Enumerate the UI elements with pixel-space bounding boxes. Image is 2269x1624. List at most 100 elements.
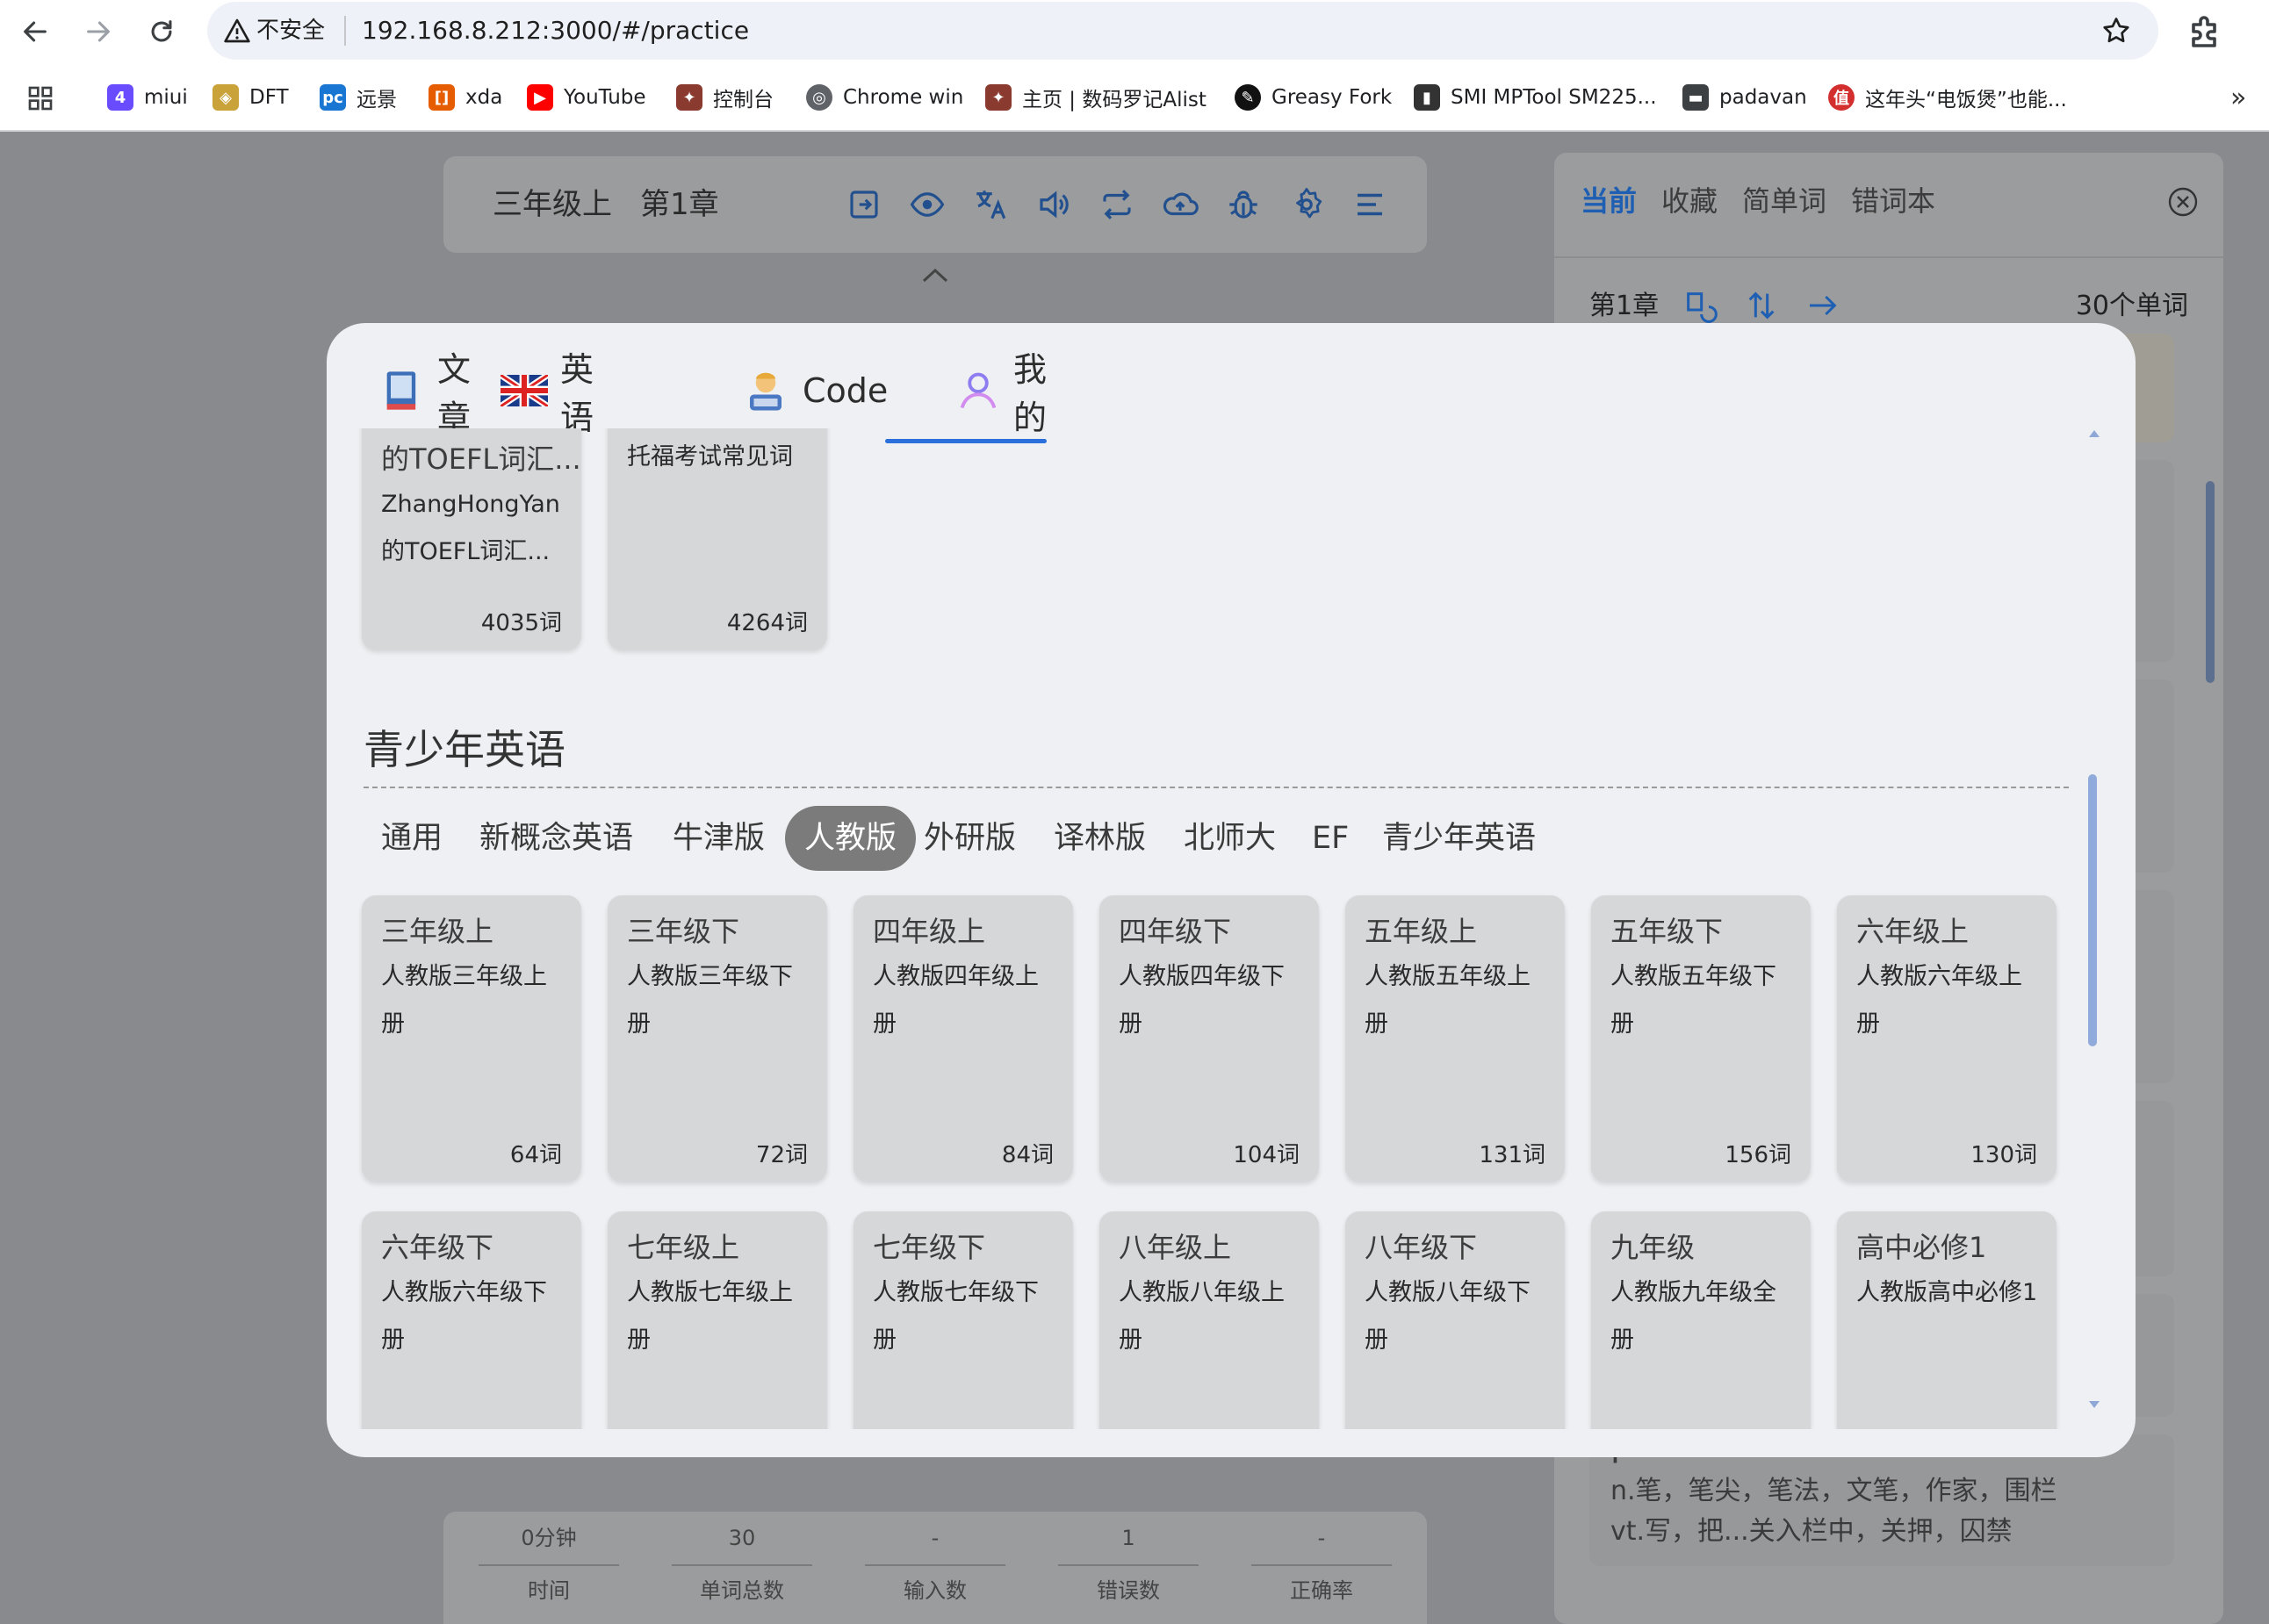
current-book-title[interactable]: 三年级上 (493, 156, 612, 253)
book-title: 四年级下 (1119, 915, 1232, 948)
bookmarks-overflow-button[interactable]: » (2230, 83, 2246, 113)
category-yilin[interactable]: 译林版 (1054, 806, 1146, 871)
category-bnu[interactable]: 北师大 (1184, 806, 1276, 871)
bookmark-padavan[interactable]: ▬ padavan (1682, 74, 1807, 121)
book-word-count: 130词 (1970, 1142, 2037, 1168)
book-card[interactable]: 四年级下 人教版四年级下册 104词 (1099, 895, 1319, 1182)
skip-icon[interactable] (846, 186, 882, 223)
book-card[interactable]: 托福考试常见词 4264词 (608, 428, 827, 650)
book-title: 七年级上 (627, 1231, 740, 1264)
book-card[interactable]: 九年级 人教版九年级全册 (1591, 1211, 1811, 1429)
yuanjing-icon: pc (320, 84, 346, 111)
book-icon (379, 366, 425, 415)
bookmark-xda[interactable]: [] xda (429, 74, 502, 121)
forward-arrow-icon (87, 21, 110, 42)
arrow-right-icon[interactable] (1805, 288, 1840, 323)
bookmark-label: SMI MPTool SM225... (1451, 86, 1657, 109)
category-general[interactable]: 通用 (381, 806, 443, 871)
tab-favorites[interactable]: 收藏 (1661, 170, 1718, 232)
address-bar[interactable]: 不安全 192.168.8.212:3000/#/practice (207, 2, 2158, 60)
category-youth-english[interactable]: 青少年英语 (1382, 806, 1536, 871)
speaker-icon[interactable] (1035, 186, 1072, 223)
security-label[interactable]: 不安全 (256, 2, 325, 60)
scroll-thumb[interactable] (2088, 774, 2097, 1046)
bookmark-rice-cooker[interactable]: 值这年头“电饭煲”也能... (1828, 74, 2067, 121)
book-card[interactable]: 高中必修1 人教版高中必修1 (1837, 1211, 2057, 1429)
tab-english[interactable]: 英语 (501, 350, 595, 437)
modal-content: 的TOEFL词汇... ZhangHongYan的TOEFL词汇... 4035… (327, 428, 2136, 1429)
tab-simple-words[interactable]: 简单词 (1742, 170, 1826, 232)
category-fltrp[interactable]: 外研版 (924, 806, 1016, 871)
tab-wrong-words[interactable]: 错词本 (1851, 170, 1935, 232)
alist-icon: ✦ (985, 84, 1012, 111)
bookmark-star-icon[interactable] (2100, 15, 2132, 47)
modal-scrollbar[interactable] (2086, 428, 2104, 1412)
book-card[interactable]: 三年级上 人教版三年级上册 64词 (362, 895, 581, 1182)
bug-icon[interactable] (1225, 186, 1262, 223)
stat-value: 30 (672, 1512, 812, 1566)
apps-grid-icon[interactable] (26, 84, 54, 112)
bookmark-chrome-win[interactable]: ◎ Chrome win (806, 74, 963, 121)
url-text[interactable]: 192.168.8.212:3000/#/practice (362, 2, 749, 60)
bookmark-label: Greasy Fork (1271, 86, 1393, 109)
bookmark-yuanjing[interactable]: pc 远景 (320, 74, 397, 121)
reload-icon (151, 20, 172, 42)
settings-gear-icon[interactable] (1288, 186, 1325, 223)
book-card[interactable]: 四年级上 人教版四年级上册 84词 (854, 895, 1073, 1182)
tab-articles[interactable]: 文章 (379, 350, 474, 437)
bookmark-smi-mptool[interactable]: ▮ SMI MPTool SM225... (1414, 74, 1657, 121)
category-oxford[interactable]: 牛津版 (673, 806, 765, 871)
book-card[interactable]: 五年级上 人教版五年级上册 131词 (1345, 895, 1565, 1182)
collapse-chevron-icon[interactable] (920, 265, 950, 286)
book-card[interactable]: 六年级下 人教版六年级下册 (362, 1211, 581, 1429)
book-card[interactable]: 六年级上 人教版六年级上册 130词 (1837, 895, 2057, 1182)
bookmark-label: 这年头“电饭煲”也能... (1865, 89, 2067, 111)
translate-icon[interactable] (972, 186, 1009, 223)
repeat-icon[interactable] (1098, 186, 1135, 223)
stat-error-count: 1 错误数 (1058, 1512, 1199, 1615)
book-card[interactable]: 的TOEFL词汇... ZhangHongYan的TOEFL词汇... 4035… (362, 428, 581, 650)
reload-button[interactable] (137, 7, 186, 56)
stat-value: 0分钟 (479, 1512, 619, 1566)
book-word-count: 156词 (1725, 1142, 1791, 1168)
forward-button[interactable] (74, 7, 123, 56)
book-card[interactable]: 三年级下 人教版三年级下册 72词 (608, 895, 827, 1182)
category-pep[interactable]: 人教版 (785, 806, 917, 871)
book-card[interactable]: 七年级下 人教版七年级下册 (854, 1211, 1073, 1429)
category-new-concept[interactable]: 新概念英语 (479, 806, 633, 871)
extensions-icon[interactable] (2185, 11, 2227, 53)
book-card[interactable]: 八年级上 人教版八年级上册 (1099, 1211, 1319, 1429)
book-word-count: 72词 (755, 1142, 808, 1168)
tab-mine[interactable]: 我的 (955, 350, 1050, 437)
current-chapter[interactable]: 第1章 (640, 156, 719, 253)
close-icon[interactable] (2167, 186, 2199, 218)
bookmark-alist[interactable]: ✦ 主页 | 数码罗记Alist (985, 74, 1207, 121)
book-word-count: 4264词 (726, 610, 808, 636)
book-card[interactable]: 七年级上 人教版七年级上册 (608, 1211, 827, 1429)
book-card[interactable]: 五年级下 人教版五年级下册 156词 (1591, 895, 1811, 1182)
user-icon (955, 366, 1001, 415)
tab-code[interactable]: Code (741, 351, 888, 430)
cloud-upload-icon[interactable] (1162, 186, 1199, 223)
stat-time: 0分钟 时间 (479, 1512, 619, 1615)
tab-current[interactable]: 当前 (1581, 170, 1637, 232)
book-title: 四年级上 (873, 915, 986, 948)
bookmark-greasy-fork[interactable]: ✎ Greasy Fork (1235, 74, 1392, 121)
scroll-up-arrow-icon[interactable] (2089, 430, 2100, 437)
refresh-list-icon[interactable] (1682, 288, 1718, 323)
eye-icon[interactable] (909, 186, 946, 223)
book-desc: 人教版八年级下册 (1365, 1279, 1531, 1354)
menu-list-icon[interactable] (1351, 186, 1388, 223)
back-button[interactable] (11, 7, 60, 56)
sort-icon[interactable] (1744, 288, 1779, 323)
bookmark-dft[interactable]: ◈ DFT (212, 74, 289, 121)
category-ef[interactable]: EF (1312, 806, 1349, 871)
bookmark-miui[interactable]: 4 miui (107, 74, 188, 121)
bookmark-console[interactable]: ✦ 控制台 (676, 74, 774, 121)
book-card[interactable]: 八年级下 人教版八年级下册 (1345, 1211, 1565, 1429)
panel-scrollbar[interactable] (2206, 481, 2215, 683)
book-desc: 人教版九年级全册 (1610, 1279, 1776, 1354)
bookmark-youtube[interactable]: ▶ YouTube (527, 74, 646, 121)
scroll-down-arrow-icon[interactable] (2089, 1401, 2100, 1408)
book-title: 六年级上 (1856, 915, 1970, 948)
